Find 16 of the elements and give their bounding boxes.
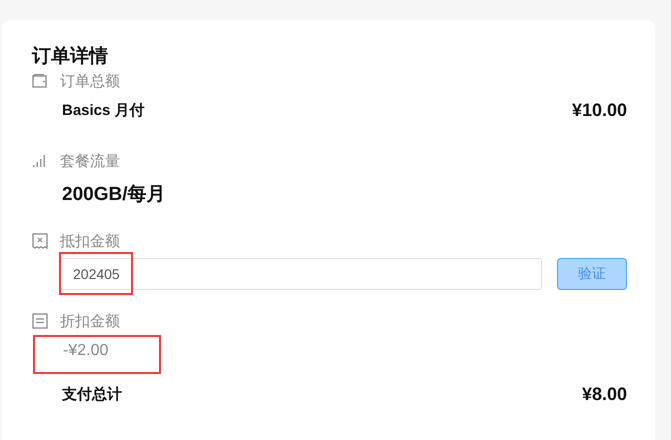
discount-amount: -¥2.00	[63, 342, 108, 360]
section-label: 订单总额	[60, 72, 120, 90]
section-label: 抵扣金额	[60, 232, 120, 250]
plan-name: Basics 月付	[62, 101, 145, 120]
section-label: 折扣金额	[60, 312, 120, 330]
data-allowance: 200GB/每月	[61, 183, 166, 207]
coupon-input-field[interactable]: 202405	[60, 258, 542, 290]
wallet-icon	[32, 74, 48, 88]
receipt-icon	[32, 233, 48, 249]
signal-icon	[32, 154, 48, 168]
card-title: 订单详情	[32, 44, 109, 69]
total-label: 支付总计	[62, 385, 122, 404]
price-amount: ¥10.00	[572, 100, 627, 121]
total-price: ¥8.00	[582, 384, 627, 405]
section-label: 套餐流量	[60, 152, 120, 170]
receipt-icon	[32, 313, 48, 329]
